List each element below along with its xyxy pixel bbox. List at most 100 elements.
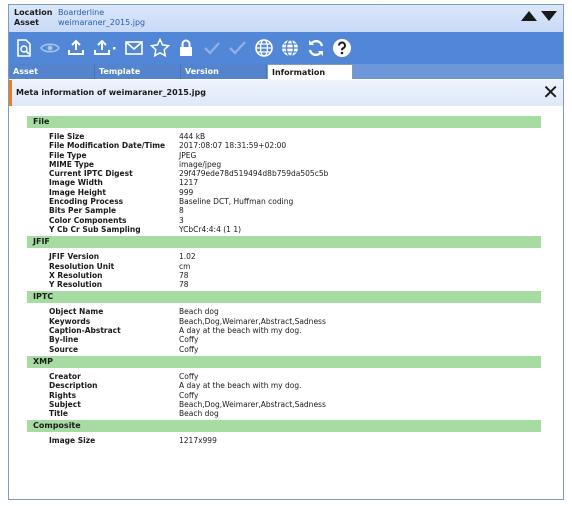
upload-dropdown-icon[interactable] bbox=[91, 37, 119, 59]
meta-title-bar: Meta information of weimaraner_2015.jpg … bbox=[9, 80, 563, 106]
metadata-row: Bits Per Sample 8 bbox=[27, 206, 541, 215]
metadata-key: Caption-Abstract bbox=[49, 326, 121, 336]
metadata-row: Image Width 1217 bbox=[27, 178, 541, 187]
metadata-row: By-line Coffy bbox=[27, 335, 541, 344]
metadata-value: Beach,Dog,Weimarer,Abstract,Sadness bbox=[179, 316, 326, 326]
metadata-row: Object Name Beach dog bbox=[27, 307, 541, 316]
metadata-row: X Resolution 78 bbox=[27, 271, 541, 280]
mail-icon[interactable] bbox=[123, 37, 145, 59]
metadata-row: Caption-Abstract A day at the beach with … bbox=[27, 326, 541, 335]
metadata-key: Y Resolution bbox=[49, 280, 103, 290]
metadata-value: image/jpeg bbox=[179, 159, 222, 169]
metadata-key: Title bbox=[49, 409, 68, 419]
tab-template[interactable]: Template bbox=[95, 64, 181, 79]
metadata-value: 8 bbox=[179, 206, 184, 216]
metadata-key: Creator bbox=[49, 371, 81, 381]
section-header: File bbox=[27, 116, 541, 128]
check-double-icon[interactable] bbox=[227, 37, 249, 59]
metadata-row: JFIF Version 1.02 bbox=[27, 252, 541, 261]
asset-value[interactable]: weimaraner_2015.jpg bbox=[58, 18, 145, 27]
metadata-key: Image Height bbox=[49, 187, 106, 197]
close-icon[interactable]: ✕ bbox=[542, 82, 559, 102]
metadata-row: Resolution Unit cm bbox=[27, 262, 541, 271]
metadata-key: Color Components bbox=[49, 215, 127, 225]
tab-bar: Asset Template Version Information bbox=[9, 64, 563, 79]
metadata-row: File Modification Date/Time 2017:08:07 18… bbox=[27, 141, 541, 150]
location-header: Location Boarderline Asset weimaraner_2015… bbox=[9, 5, 563, 32]
refresh-icon[interactable] bbox=[305, 37, 327, 59]
globe-icon[interactable] bbox=[253, 37, 275, 59]
upload-icon[interactable] bbox=[65, 37, 87, 59]
metadata-key: File Size bbox=[49, 132, 85, 141]
metadata-row: Description A day at the beach with my do… bbox=[27, 381, 541, 390]
check-icon[interactable] bbox=[201, 37, 223, 59]
document-search-icon[interactable] bbox=[13, 37, 35, 59]
metadata-value: Beach dog bbox=[179, 307, 219, 317]
metadata-value: cm bbox=[179, 261, 191, 271]
next-arrow-icon[interactable] bbox=[541, 11, 557, 21]
section-iptc: IPTC Object Name Beach dog Keywords Beach,D… bbox=[27, 291, 541, 355]
metadata-value: 3 bbox=[179, 215, 184, 225]
metadata-value: Coffy bbox=[179, 371, 199, 381]
location-value[interactable]: Boarderline bbox=[58, 8, 104, 17]
asset-label: Asset bbox=[14, 18, 39, 27]
metadata-row: Color Components 3 bbox=[27, 216, 541, 225]
metadata-row: Image Height 999 bbox=[27, 188, 541, 197]
tab-information[interactable]: Information bbox=[267, 64, 353, 79]
metadata-row: Image Size 1217x999 bbox=[27, 436, 541, 445]
globe-double-icon[interactable] bbox=[279, 37, 301, 59]
lock-icon[interactable] bbox=[175, 37, 197, 59]
metadata-key: Object Name bbox=[49, 307, 104, 317]
metadata-value: JPEG bbox=[179, 150, 197, 160]
metadata-value: 444 kB bbox=[179, 132, 206, 141]
metadata-value: 29f479ede78d519494d8b759da505c5b bbox=[179, 169, 329, 179]
metadata-key: File Modification Date/Time bbox=[49, 141, 166, 151]
metadata-value: A day at the beach with my dog. bbox=[179, 381, 302, 391]
metadata-key: Subject bbox=[49, 399, 81, 409]
metadata-value: Coffy bbox=[179, 335, 199, 345]
metadata-key: Bits Per Sample bbox=[49, 206, 117, 216]
metadata-key: Description bbox=[49, 381, 98, 391]
metadata-row: File Size 444 kB bbox=[27, 132, 541, 141]
metadata-key: Image Size bbox=[49, 436, 96, 446]
metadata-row: Current IPTC Digest 29f479ede78d519494d8b… bbox=[27, 169, 541, 178]
metadata-value: 78 bbox=[179, 270, 189, 280]
previous-arrow-icon[interactable] bbox=[521, 11, 537, 21]
section-rows: Creator Coffy Description A day at the beac… bbox=[27, 368, 541, 420]
asset-info-panel: Location Boarderline Asset weimaraner_2015… bbox=[8, 4, 564, 500]
metadata-key: Encoding Process bbox=[49, 197, 124, 207]
section-rows: JFIF Version 1.02 Resolution Unit cm X Resol… bbox=[27, 248, 541, 291]
section-rows: Object Name Beach dog Keywords Beach,Dog,We… bbox=[27, 303, 541, 355]
metadata-key: Keywords bbox=[49, 316, 91, 326]
section-header: JFIF bbox=[27, 236, 541, 249]
metadata-value: 78 bbox=[179, 280, 189, 290]
metadata-value: Beach,Dog,Weimarer,Abstract,Sadness bbox=[179, 399, 326, 409]
metadata-value: YCbCr4:4:4 (1 1) bbox=[179, 224, 242, 234]
metadata-key: X Resolution bbox=[49, 270, 103, 280]
metadata-row: Rights Coffy bbox=[27, 391, 541, 400]
eye-icon[interactable] bbox=[39, 37, 61, 59]
star-icon[interactable] bbox=[149, 37, 171, 59]
metadata-row: File Type JPEG bbox=[27, 151, 541, 160]
section-header: XMP bbox=[27, 355, 541, 368]
metadata-row: Subject Beach,Dog,Weimarer,Abstract,Sadne… bbox=[27, 400, 541, 409]
metadata-key: JFIF Version bbox=[49, 252, 100, 262]
tab-version[interactable]: Version bbox=[181, 64, 267, 79]
metadata-key: Current IPTC Digest bbox=[49, 169, 133, 179]
metadata-row: Title Beach dog bbox=[27, 409, 541, 418]
section-jfif: JFIF JFIF Version 1.02 Resolution Unit cm X … bbox=[27, 236, 541, 291]
location-label: Location bbox=[14, 8, 53, 17]
navigation-arrows bbox=[521, 11, 557, 21]
toolbar bbox=[9, 32, 563, 64]
meta-title: Meta information of weimaraner_2015.jpg bbox=[16, 88, 206, 97]
help-icon[interactable] bbox=[331, 37, 353, 59]
metadata-value: Coffy bbox=[179, 390, 199, 400]
section-xmp: XMP Creator Coffy Description A day at the … bbox=[27, 355, 541, 420]
metadata-value: 1.02 bbox=[179, 252, 196, 262]
metadata-content: File File Size 444 kB File Modification Da… bbox=[9, 106, 563, 499]
tab-asset[interactable]: Asset bbox=[9, 64, 95, 79]
metadata-key: MIME Type bbox=[49, 159, 95, 169]
section-header: IPTC bbox=[27, 291, 541, 304]
metadata-key: File Type bbox=[49, 150, 87, 160]
section-composite: Composite Image Size 1217x999 bbox=[27, 420, 541, 447]
